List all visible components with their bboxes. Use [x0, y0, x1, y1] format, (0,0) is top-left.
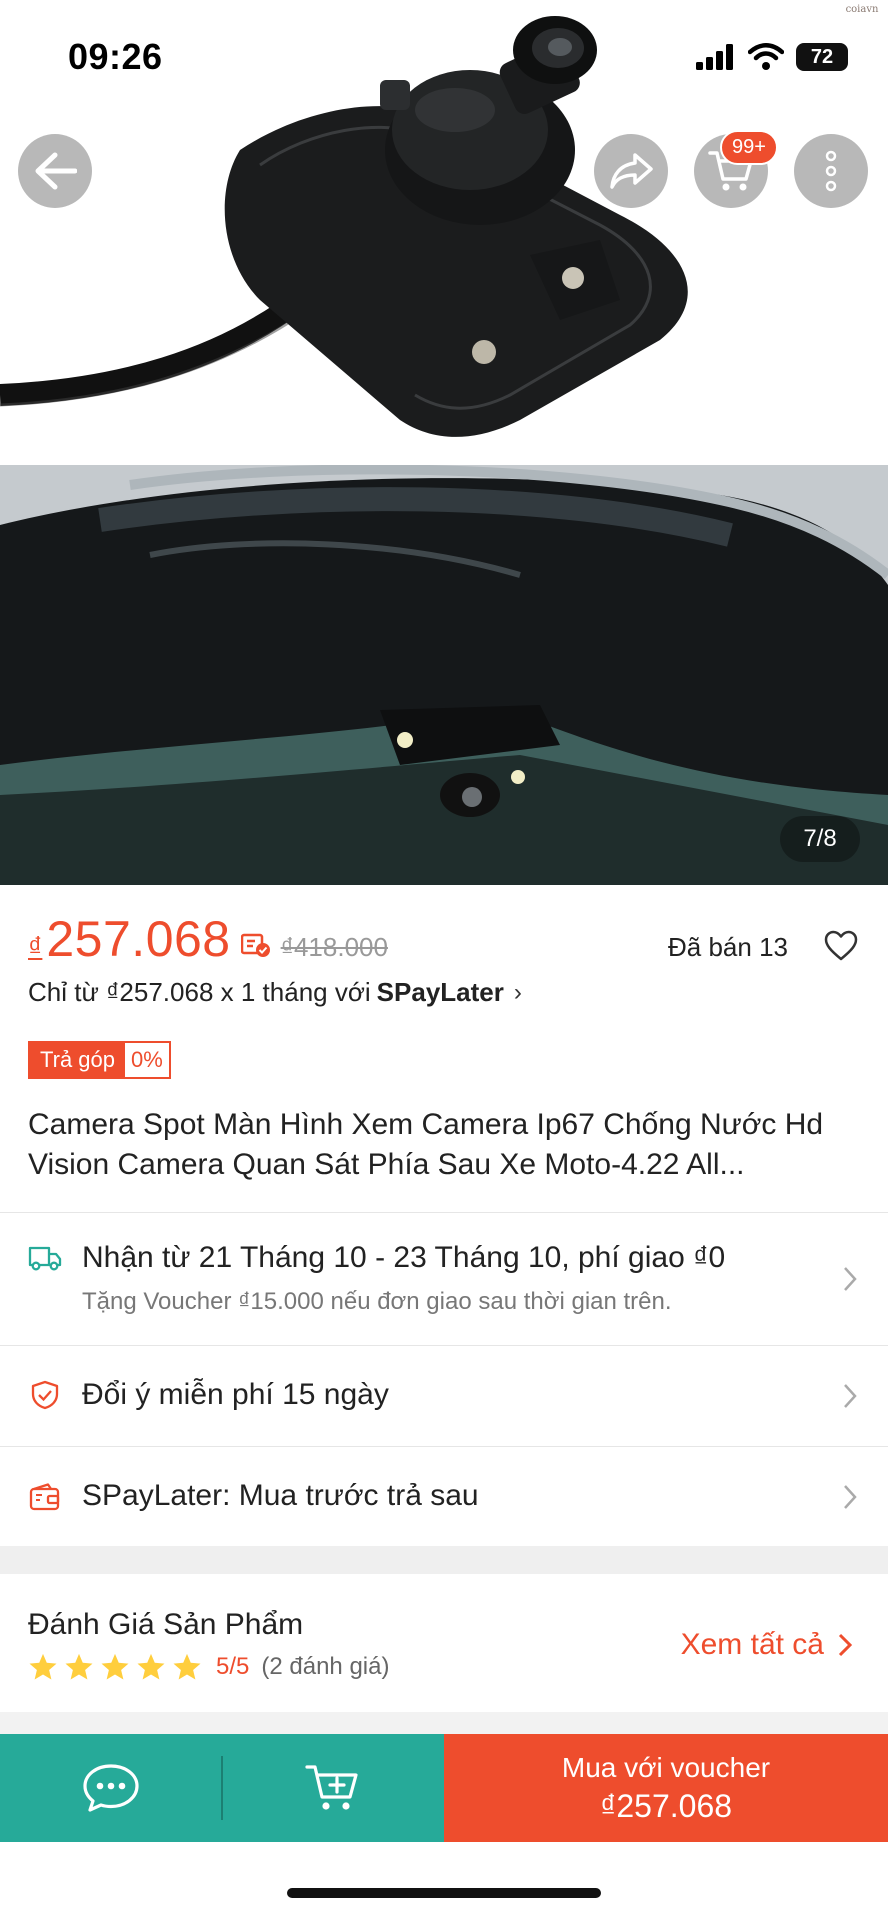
star-icon [137, 1653, 165, 1680]
reviews-title: Đánh Giá Sản Phẩm [28, 1608, 304, 1641]
separator [221, 1756, 223, 1820]
arrow-left-icon [35, 152, 77, 190]
original-price: ₫418.000 [280, 932, 388, 962]
product-page: 09:26 72 coiavn 99+ 7/8 ₫ 257.068 ₫418.0… [0, 0, 888, 1920]
spaylater-brand: SPayLater [376, 977, 504, 1007]
more-vertical-icon [825, 150, 837, 192]
star-icon [29, 1653, 57, 1680]
cellular-signal-icon [696, 44, 733, 70]
heart-icon[interactable] [824, 930, 858, 962]
share-icon [610, 153, 653, 189]
status-bar: 09:26 72 coiavn [0, 0, 888, 110]
add-to-cart-button[interactable] [222, 1734, 444, 1842]
home-indicator [287, 1888, 601, 1898]
installment-label: Trả góp [30, 1043, 126, 1077]
status-time: 09:26 [68, 36, 163, 77]
chevron-right-icon: › [513, 978, 522, 1006]
spaylater-promo[interactable]: Chỉ từ ₫257.068 x 1 tháng với SPayLater … [28, 977, 522, 1008]
section-separator [0, 1546, 888, 1574]
chevron-right-icon [844, 1384, 857, 1408]
truck-icon [28, 1246, 62, 1271]
free-return-label: Đổi ý miễn phí 15 ngày [82, 1378, 389, 1411]
more-options-button[interactable] [794, 134, 868, 208]
rating-stars: 5/5 (2 đánh giá) [28, 1652, 389, 1682]
chat-icon [83, 1764, 139, 1812]
rating-count: (2 đánh giá) [261, 1653, 390, 1680]
price-currency: ₫ [28, 931, 43, 962]
buy-button-label: Mua với voucher [561, 1751, 771, 1783]
image-counter: 7/8 [780, 816, 860, 862]
chat-button[interactable] [0, 1734, 222, 1842]
spaylater-promo-text: Chỉ từ ₫257.068 x 1 tháng với [28, 977, 371, 1007]
share-button[interactable] [594, 134, 668, 208]
bottom-bar-left [0, 1734, 444, 1842]
sold-count: Đã bán 13 [668, 932, 788, 962]
spaylater-row[interactable]: SPayLater: Mua trước trả sau [0, 1447, 888, 1546]
add-to-cart-icon [305, 1765, 358, 1810]
rating-value: 5/5 [216, 1653, 250, 1680]
status-icons: 72 [696, 40, 848, 74]
cart-count-badge: 99+ [720, 130, 778, 165]
product-photo-mirror [0, 464, 888, 885]
voucher-badge-icon [240, 933, 270, 957]
section-separator [0, 1712, 888, 1734]
product-title: Camera Spot Màn Hình Xem Camera Ip67 Chố… [28, 1108, 824, 1181]
free-return-row[interactable]: Đổi ý miễn phí 15 ngày [0, 1346, 888, 1446]
chevron-right-icon [838, 1633, 852, 1657]
star-icon [173, 1653, 201, 1680]
star-icon [65, 1653, 93, 1680]
see-all-reviews-link[interactable]: Xem tất cả [681, 1628, 852, 1662]
chevron-right-icon [844, 1485, 857, 1509]
shipping-row[interactable]: Nhận từ 21 Tháng 10 - 23 Tháng 10, phí g… [0, 1213, 888, 1345]
wallet-icon [29, 1483, 60, 1511]
watermark-logo: coiavn [845, 4, 879, 15]
installment-rate: 0% [125, 1043, 169, 1077]
shield-check-icon [31, 1380, 59, 1410]
buy-with-voucher-button[interactable]: Mua với voucher ₫257.068 [444, 1734, 888, 1842]
buy-button-price: ₫257.068 [599, 1787, 733, 1824]
shipping-info: Nhận từ 21 Tháng 10 - 23 Tháng 10, phí g… [82, 1241, 726, 1274]
installment-badge: Trả góp 0% [28, 1041, 171, 1079]
bottom-action-bar: Mua với voucher ₫257.068 [0, 1734, 888, 1842]
back-button[interactable] [18, 134, 92, 208]
battery-indicator: 72 [796, 43, 848, 71]
see-all-label: Xem tất cả [680, 1628, 824, 1661]
price-row: ₫ 257.068 ₫418.000 [28, 910, 388, 970]
chevron-right-icon [844, 1267, 857, 1291]
wifi-icon [748, 43, 784, 70]
shipping-voucher-note: Tặng Voucher ₫15.000 nếu đơn giao sau th… [82, 1288, 672, 1315]
star-icon [101, 1653, 129, 1680]
current-price: 257.068 [46, 911, 231, 967]
spaylater-label: SPayLater: Mua trước trả sau [82, 1479, 479, 1512]
